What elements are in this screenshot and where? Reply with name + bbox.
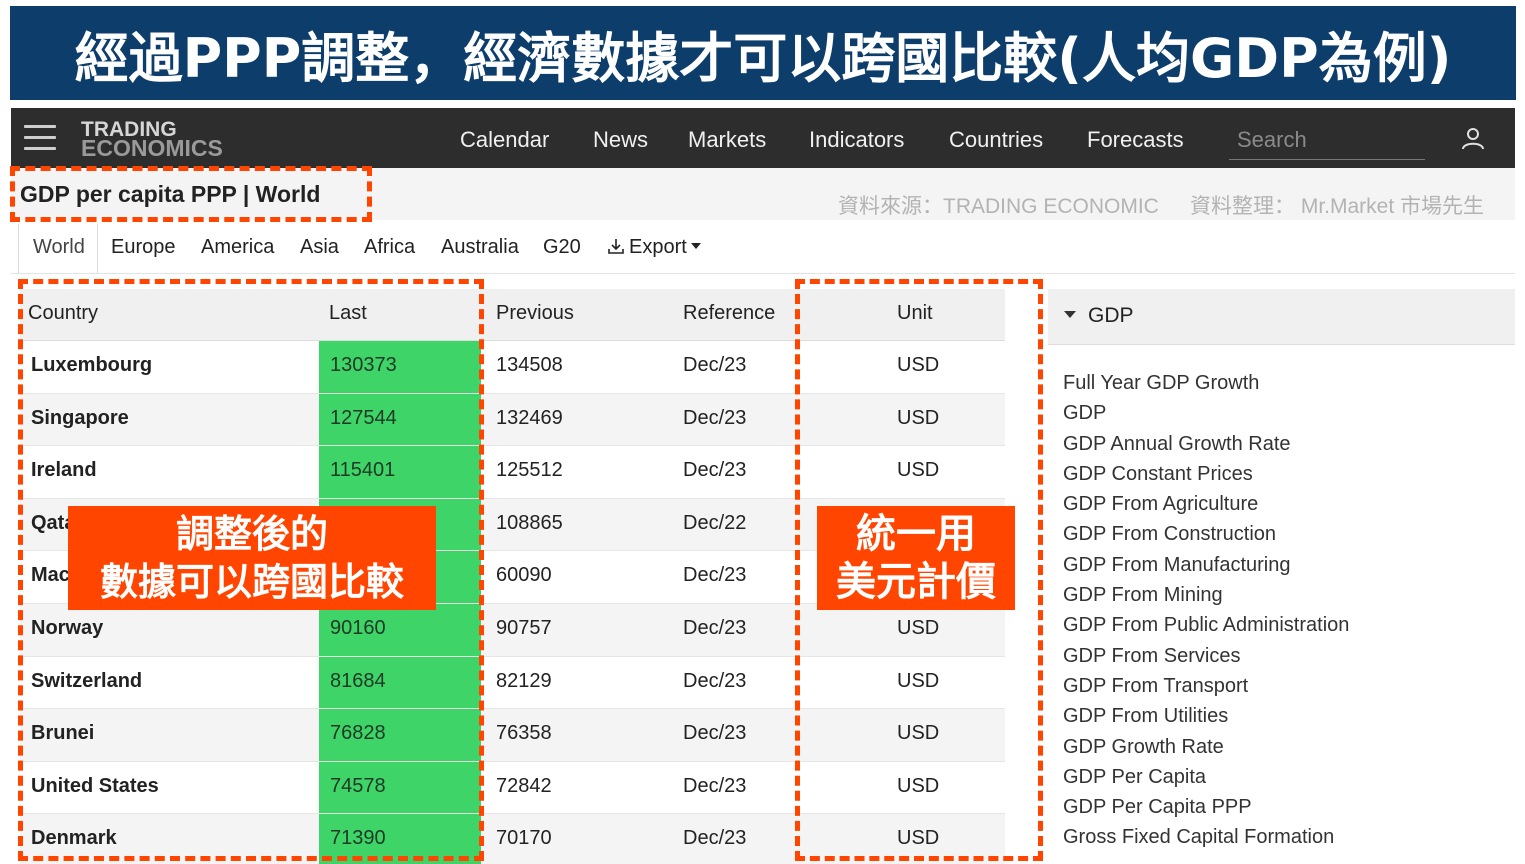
- sidebar-item[interactable]: GDP Growth Rate: [1063, 732, 1349, 762]
- tab-europe[interactable]: Europe: [111, 236, 176, 259]
- sidebar-item[interactable]: GDP: [1063, 398, 1349, 428]
- cell-reference: Dec/23: [683, 669, 747, 692]
- title-highlight-box: [10, 166, 372, 222]
- cell-previous: 82129: [496, 669, 552, 692]
- sidebar-item[interactable]: GDP From Public Administration: [1063, 610, 1349, 640]
- cell-previous: 125512: [496, 459, 563, 482]
- sidebar-item[interactable]: GDP From Agriculture: [1063, 489, 1349, 519]
- user-icon[interactable]: [1461, 126, 1485, 150]
- cell-previous: 134508: [496, 354, 563, 376]
- annotation-comparable-line2: 數據可以跨國比較: [99, 560, 404, 604]
- annotation-usd-line1: 統一用: [856, 511, 976, 557]
- sidebar-item[interactable]: GDP Per Capita: [1063, 762, 1349, 792]
- export-label: Export: [629, 236, 687, 258]
- cell-previous: 70170: [496, 827, 552, 850]
- tab-australia[interactable]: Australia: [441, 236, 519, 259]
- banner-title: 經過PPP調整，經濟數據才可以跨國比較(人均GDP為例): [10, 6, 1516, 100]
- export-button[interactable]: Export: [607, 236, 701, 259]
- sidebar-item[interactable]: GDP From Mining: [1063, 580, 1349, 610]
- sidebar-item[interactable]: GDP From Utilities: [1063, 701, 1349, 731]
- nav-link-markets[interactable]: Markets: [688, 127, 766, 153]
- annotation-usd-line2: 美元計價: [836, 559, 996, 605]
- chevron-down-icon: [690, 243, 701, 249]
- compiled-by-note: 資料整理： Mr.Market 市場先生: [1190, 195, 1485, 218]
- download-icon: [608, 239, 624, 254]
- cell-reference: Dec/23: [683, 564, 747, 587]
- nav-link-indicators[interactable]: Indicators: [809, 127, 904, 153]
- sidebar-item[interactable]: Gross Fixed Capital Formation: [1063, 822, 1349, 852]
- annotation-comparable-line1: 調整後的: [175, 512, 328, 556]
- nav-link-news[interactable]: News: [593, 127, 648, 153]
- cell-previous: 76358: [496, 722, 552, 745]
- cell-reference: Dec/23: [683, 774, 747, 797]
- sidebar-header-label: GDP: [1088, 304, 1134, 327]
- header-previous[interactable]: Previous: [496, 302, 574, 325]
- cell-reference: Dec/23: [683, 722, 747, 745]
- cell-reference: Dec/22: [683, 511, 747, 534]
- tab-world[interactable]: World: [33, 236, 85, 259]
- top-navbar: TRADING ECONOMICS Calendar News Markets …: [11, 108, 1515, 168]
- cell-previous: 132469: [496, 406, 563, 429]
- sidebar-header[interactable]: GDP: [1048, 289, 1515, 345]
- sidebar-item[interactable]: GDP Annual Growth Rate: [1063, 429, 1349, 459]
- nav-link-forecasts[interactable]: Forecasts: [1087, 127, 1184, 153]
- caret-down-icon: [1064, 311, 1076, 318]
- sidebar-item[interactable]: GDP From Manufacturing: [1063, 550, 1349, 580]
- cell-reference: Dec/23: [683, 354, 747, 376]
- tab-asia[interactable]: Asia: [300, 236, 339, 259]
- sidebar-item[interactable]: GDP From Construction: [1063, 519, 1349, 549]
- cell-previous: 60090: [496, 564, 552, 587]
- source-note: 資料來源：TRADING ECONOMIC: [838, 195, 1159, 218]
- tab-africa[interactable]: Africa: [364, 236, 415, 259]
- nav-link-calendar[interactable]: Calendar: [460, 127, 549, 153]
- tab-g20[interactable]: G20: [543, 236, 581, 259]
- cell-reference: Dec/23: [683, 459, 747, 482]
- cell-previous: 72842: [496, 774, 552, 797]
- region-tabs: World Europe America Asia Africa Austral…: [11, 222, 1515, 274]
- sidebar-item[interactable]: GDP From Services: [1063, 641, 1349, 671]
- cell-reference: Dec/23: [683, 827, 747, 850]
- nav-link-countries[interactable]: Countries: [949, 127, 1043, 153]
- annotation-comparable: 調整後的 數據可以跨國比較: [68, 506, 436, 610]
- cell-previous: 90757: [496, 617, 552, 639]
- header-reference[interactable]: Reference: [683, 302, 775, 325]
- sidebar-list: Full Year GDP Growth GDP GDP Annual Growth…: [1063, 368, 1349, 853]
- annotation-usd: 統一用 美元計價: [817, 506, 1015, 610]
- sidebar-item[interactable]: Full Year GDP Growth: [1063, 368, 1349, 398]
- search-input[interactable]: Search: [1229, 120, 1425, 160]
- tab-america[interactable]: America: [201, 236, 274, 259]
- sidebar-item[interactable]: GDP From Transport: [1063, 671, 1349, 701]
- cell-reference: Dec/23: [683, 617, 747, 639]
- sidebar-item[interactable]: GDP Constant Prices: [1063, 459, 1349, 489]
- sidebar-item[interactable]: GDP Per Capita PPP: [1063, 792, 1349, 822]
- cell-previous: 108865: [496, 511, 563, 534]
- indicator-sidebar: GDP Full Year GDP Growth GDP GDP Annual Gr…: [1048, 289, 1515, 864]
- cell-reference: Dec/23: [683, 406, 747, 429]
